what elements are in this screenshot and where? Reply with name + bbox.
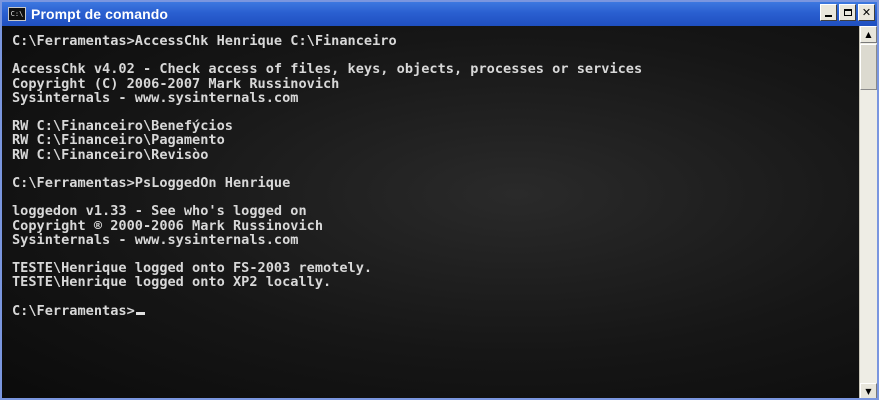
title-bar[interactable]: C:\ Prompt de comando ✕ xyxy=(2,2,877,26)
console-line: C:\Ferramentas>PsLoggedOn Henrique xyxy=(12,174,291,191)
window-controls: ✕ xyxy=(820,4,875,21)
console-line: Copyright ® 2000-2006 Mark Russinovich xyxy=(12,217,323,234)
vertical-scrollbar[interactable]: ▲ ▼ xyxy=(859,26,877,398)
console-output[interactable]: C:\Ferramentas>AccessChk Henrique C:\Fin… xyxy=(2,26,859,398)
console-line: RW C:\Financeiro\Revisòo xyxy=(12,146,209,163)
scroll-up-button[interactable]: ▲ xyxy=(860,26,877,43)
console-line: loggedon v1.33 - See who's logged on xyxy=(12,203,307,220)
close-icon: ✕ xyxy=(861,6,872,19)
console-line: RW C:\Financeiro\Benefýcios xyxy=(12,118,233,135)
console-line: TESTE\Henrique logged onto FS-2003 remot… xyxy=(12,260,373,277)
console-line: C:\Ferramentas>AccessChk Henrique C:\Fin… xyxy=(12,33,397,49)
console-line: TESTE\Henrique logged onto XP2 locally. xyxy=(12,274,332,291)
minimize-icon xyxy=(825,15,832,17)
arrow-down-icon: ▼ xyxy=(865,387,872,396)
scroll-down-button[interactable]: ▼ xyxy=(860,383,877,398)
prompt-line[interactable]: C:\Ferramentas> xyxy=(12,304,859,318)
arrow-up-icon: ▲ xyxy=(865,30,872,39)
console-icon[interactable]: C:\ xyxy=(8,7,26,21)
maximize-icon xyxy=(843,9,852,16)
console-line: AccessChk v4.02 - Check access of files,… xyxy=(12,61,643,78)
console-line: Sysinternals - www.sysinternals.com xyxy=(12,89,299,106)
prompt-text: C:\Ferramentas> xyxy=(12,302,135,319)
maximize-button[interactable] xyxy=(839,4,856,21)
text-cursor xyxy=(135,311,145,315)
console-line: Sysinternals - www.sysinternals.com xyxy=(12,231,299,248)
console-line: Copyright (C) 2006-2007 Mark Russinovich xyxy=(12,75,340,92)
minimize-button[interactable] xyxy=(820,4,837,21)
window-title: Prompt de comando xyxy=(31,6,169,22)
close-button[interactable]: ✕ xyxy=(858,4,875,21)
command-prompt-window: C:\ Prompt de comando ✕ C:\Ferramentas>A… xyxy=(0,0,879,400)
scroll-thumb[interactable] xyxy=(860,44,877,90)
console-line: RW C:\Financeiro\Pagamento xyxy=(12,132,225,149)
